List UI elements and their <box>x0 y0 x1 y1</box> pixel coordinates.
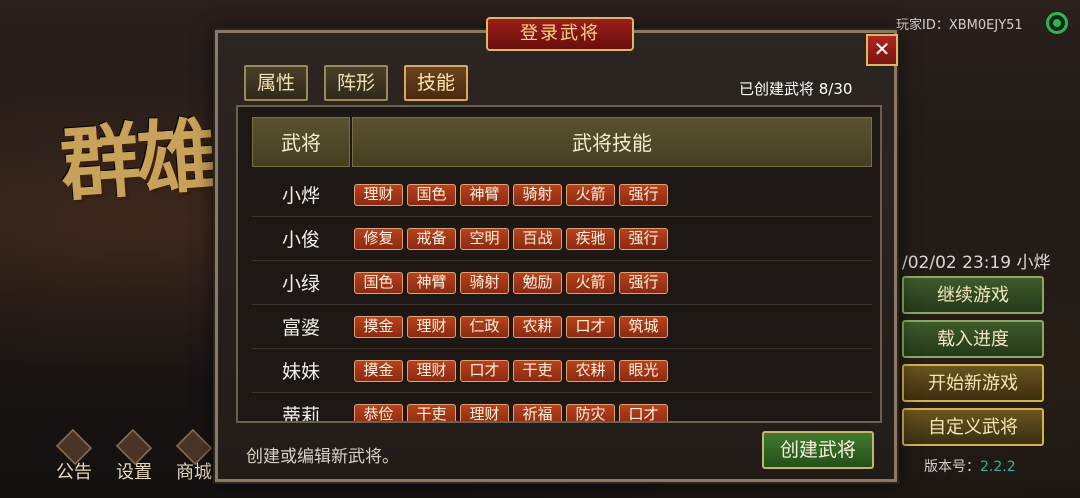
general-name: 蒂莉 <box>281 405 320 423</box>
continue-game-button[interactable]: 继续游戏 <box>902 276 1044 314</box>
skill-tag[interactable]: 理财 <box>407 315 456 338</box>
skill-tag[interactable]: 农耕 <box>513 315 562 338</box>
skill-tag[interactable]: 眼光 <box>619 359 668 382</box>
table-row[interactable]: 小俊 修复 戒备 空明 百战 疾驰 强行 <box>252 217 872 261</box>
announcement-button[interactable]: 公告 <box>52 428 96 484</box>
create-general-button[interactable]: 创建武将 <box>762 431 874 469</box>
game-logo-title: 群雄 <box>57 107 216 213</box>
new-game-button[interactable]: 开始新游戏 <box>902 364 1044 402</box>
version-label: 版本号：2.2.2 <box>924 456 1016 476</box>
skill-tag[interactable]: 神臂 <box>407 271 456 294</box>
skill-tag[interactable]: 干吏 <box>513 359 562 382</box>
skill-list: 恭俭 干吏 理财 祈福 防灾 口才 <box>354 403 668 421</box>
skill-tag[interactable]: 仁政 <box>460 315 509 338</box>
skill-list: 摸金 理财 仁政 农耕 口才 筑城 <box>354 315 668 338</box>
general-name: 富婆 <box>281 317 320 339</box>
table-row[interactable]: 蒂莉 恭俭 干吏 理财 祈福 防灾 口才 <box>252 393 872 423</box>
skill-tag[interactable]: 口才 <box>619 403 668 421</box>
general-name: 小烨 <box>281 185 320 207</box>
dialog-tabs: 属性 阵形 技能 <box>244 65 468 101</box>
column-header-general: 武将 <box>252 117 350 167</box>
save-datetime-text: /02/02 23:19 小烨 <box>902 253 1051 273</box>
table-row[interactable]: 妹妹 摸金 理财 口才 干吏 农耕 眼光 <box>252 349 872 393</box>
tab-attributes[interactable]: 属性 <box>244 65 308 101</box>
skill-tag[interactable]: 修复 <box>354 227 403 250</box>
table-row[interactable]: 小绿 国色 神臂 骑射 勉励 火箭 强行 <box>252 261 872 305</box>
skill-list: 修复 戒备 空明 百战 疾驰 强行 <box>354 227 668 250</box>
tab-formation[interactable]: 阵形 <box>324 65 388 101</box>
skill-tag[interactable]: 口才 <box>460 359 509 382</box>
skill-tag[interactable]: 国色 <box>407 183 456 206</box>
skill-tag[interactable]: 强行 <box>619 227 668 250</box>
general-name: 小俊 <box>281 229 320 251</box>
skill-tag[interactable]: 强行 <box>619 271 668 294</box>
skill-tag[interactable]: 空明 <box>460 227 509 250</box>
general-name: 小绿 <box>281 273 320 295</box>
skill-tag[interactable]: 理财 <box>354 183 403 206</box>
created-count: 已创建武将 8/30 <box>739 80 853 98</box>
skill-tag[interactable]: 火箭 <box>566 271 615 294</box>
skill-tag[interactable]: 火箭 <box>566 183 615 206</box>
main-menu: 继续游戏 载入进度 开始新游戏 自定义武将 <box>902 276 1044 452</box>
hint-text: 创建或编辑新武将。 <box>246 447 399 467</box>
skill-tag[interactable]: 筑城 <box>619 315 668 338</box>
skill-tag[interactable]: 口才 <box>566 315 615 338</box>
player-id-label: 玩家ID：XBM0EJY51 <box>896 18 1023 33</box>
version-label-text: 版本号： <box>924 459 980 475</box>
custom-general-button[interactable]: 自定义武将 <box>902 408 1044 446</box>
skill-tag[interactable]: 恭俭 <box>354 403 403 421</box>
skill-list: 理财 国色 神臂 骑射 火箭 强行 <box>354 183 668 206</box>
table-header: 武将 武将技能 <box>252 117 872 167</box>
skill-tag[interactable]: 神臂 <box>460 183 509 206</box>
skill-tag[interactable]: 理财 <box>407 359 456 382</box>
dialog-title: 登录武将 <box>520 23 600 44</box>
close-icon: ✕ <box>873 37 891 61</box>
skill-tag[interactable]: 勉励 <box>513 271 562 294</box>
skill-tag[interactable]: 干吏 <box>407 403 456 421</box>
skill-tag[interactable]: 防灾 <box>566 403 615 421</box>
table-rows: 小烨 理财 国色 神臂 骑射 火箭 强行 小俊 修复 戒备 空明 百战 疾驰 强行 小绿 国色 神臂 骑射 勉励 火箭… <box>252 173 872 423</box>
skill-tag[interactable]: 疾驰 <box>566 227 615 250</box>
skill-tag[interactable]: 摸金 <box>354 359 403 382</box>
load-progress-button[interactable]: 载入进度 <box>902 320 1044 358</box>
skill-tag[interactable]: 理财 <box>460 403 509 421</box>
column-header-skills: 武将技能 <box>352 117 872 167</box>
settings-button[interactable]: 设置 <box>112 428 156 484</box>
skill-tag[interactable]: 骑射 <box>460 271 509 294</box>
skill-list: 国色 神臂 骑射 勉励 火箭 强行 <box>354 271 668 294</box>
skill-tag[interactable]: 国色 <box>354 271 403 294</box>
tab-skills[interactable]: 技能 <box>404 65 468 101</box>
table-row[interactable]: 富婆 摸金 理财 仁政 农耕 口才 筑城 <box>252 305 872 349</box>
skill-tag[interactable]: 百战 <box>513 227 562 250</box>
bottom-icon-bar: 公告 设置 商城 <box>52 428 216 484</box>
skill-tag[interactable]: 摸金 <box>354 315 403 338</box>
table-row[interactable]: 小烨 理财 国色 神臂 骑射 火箭 强行 <box>252 173 872 217</box>
skill-tag[interactable]: 戒备 <box>407 227 456 250</box>
version-number: 2.2.2 <box>980 459 1016 475</box>
skill-tag[interactable]: 强行 <box>619 183 668 206</box>
skill-tag[interactable]: 骑射 <box>513 183 562 206</box>
signal-icon <box>1046 12 1068 34</box>
shop-button[interactable]: 商城 <box>172 428 216 484</box>
skill-tag[interactable]: 祈福 <box>513 403 562 421</box>
skill-list: 摸金 理财 口才 干吏 农耕 眼光 <box>354 359 668 382</box>
skills-table[interactable]: 武将 武将技能 小烨 理财 国色 神臂 骑射 火箭 强行 小俊 修复 戒备 空明 百战 疾驰 强行 小绿 国色… <box>236 105 882 423</box>
general-name: 妹妹 <box>281 361 320 383</box>
register-general-dialog: 登录武将 属性 阵形 技能 已创建武将 8/30 武将 武将技能 小烨 理财 国色神… <box>215 17 897 482</box>
dialog-title-bar: 登录武将 <box>486 17 634 51</box>
close-button[interactable]: ✕ <box>866 34 898 66</box>
skill-tag[interactable]: 农耕 <box>566 359 615 382</box>
